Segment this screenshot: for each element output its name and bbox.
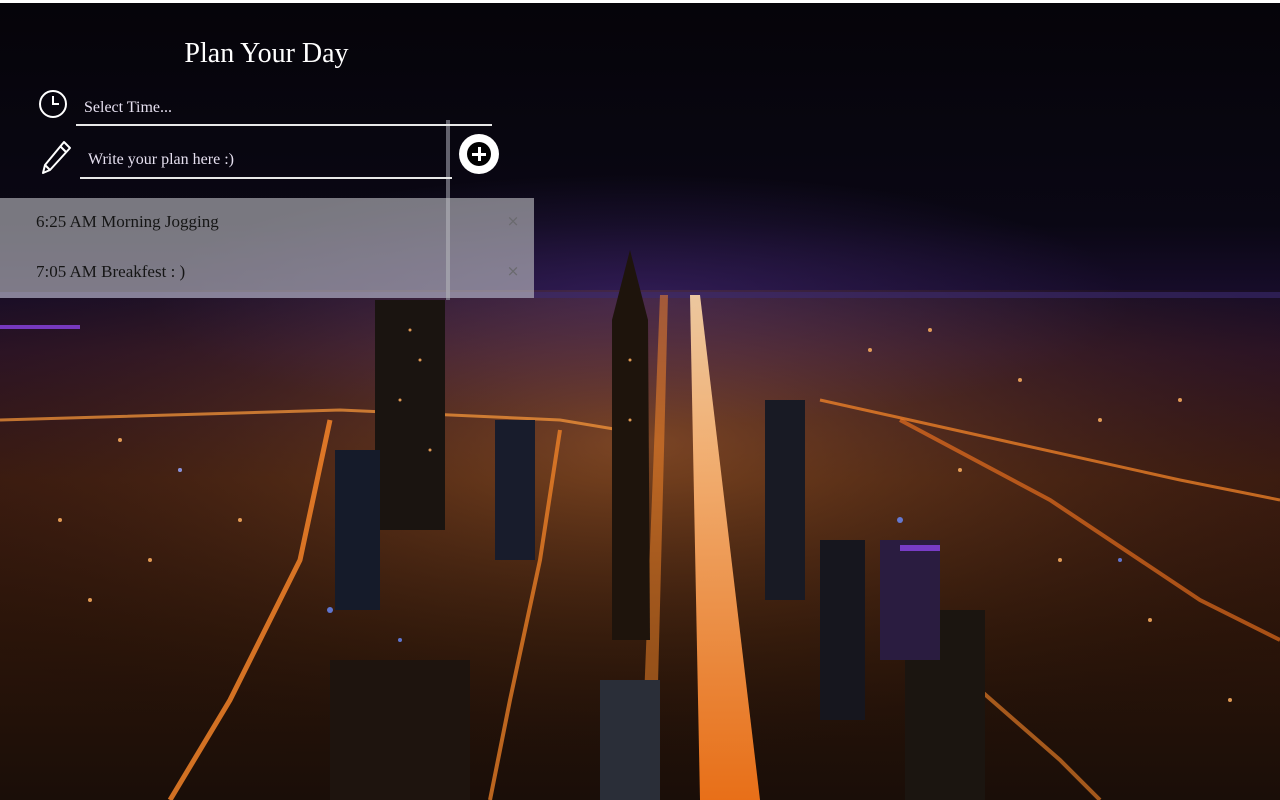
list-item: 6:25 AM Morning Jogging × xyxy=(0,198,534,248)
pencil-icon xyxy=(40,140,72,176)
page-title: Plan Your Day xyxy=(184,38,349,69)
plan-item-text: 7:05 AM Breakfest : ) xyxy=(36,262,186,281)
plan-item-text: 6:25 AM Morning Jogging xyxy=(36,212,219,231)
clock-icon xyxy=(38,89,68,119)
close-icon[interactable]: × xyxy=(504,210,522,232)
close-icon[interactable]: × xyxy=(504,260,522,282)
time-input[interactable] xyxy=(76,92,492,126)
plan-input[interactable] xyxy=(80,142,452,179)
top-border xyxy=(0,0,1280,3)
list-item: 7:05 AM Breakfest : ) × xyxy=(0,248,534,298)
add-plan-button[interactable] xyxy=(459,134,499,174)
plus-circle-icon xyxy=(467,142,491,166)
plan-list: 6:25 AM Morning Jogging × 7:05 AM Breakf… xyxy=(0,198,534,298)
